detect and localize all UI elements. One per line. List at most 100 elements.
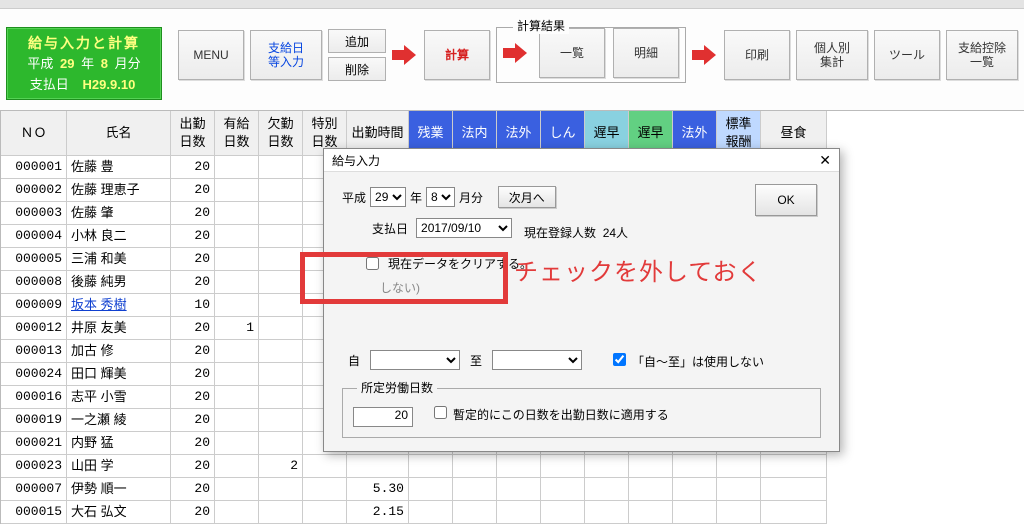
- cell[interactable]: [215, 432, 259, 455]
- personal-button[interactable]: 個人別 集計: [796, 30, 868, 80]
- cell[interactable]: 20: [171, 363, 215, 386]
- cell[interactable]: [717, 501, 761, 524]
- cell[interactable]: [541, 478, 585, 501]
- cell[interactable]: 1: [215, 317, 259, 340]
- cell[interactable]: [259, 501, 303, 524]
- cell[interactable]: [347, 455, 409, 478]
- row-name[interactable]: 三浦 和美: [67, 248, 171, 271]
- year-select[interactable]: 29: [370, 187, 406, 207]
- cell[interactable]: 20: [171, 432, 215, 455]
- paydate-select[interactable]: 2017/09/10: [416, 218, 512, 238]
- apply-checkbox[interactable]: [434, 406, 447, 419]
- cell[interactable]: [259, 409, 303, 432]
- cell[interactable]: [303, 478, 347, 501]
- cell[interactable]: [259, 202, 303, 225]
- cell[interactable]: [717, 478, 761, 501]
- deduct-button[interactable]: 支給控除 一覧: [946, 30, 1018, 80]
- to-select[interactable]: [492, 350, 582, 370]
- cell[interactable]: [409, 501, 453, 524]
- month-select[interactable]: 8: [426, 187, 455, 207]
- cell[interactable]: [409, 478, 453, 501]
- row-name[interactable]: 大石 弘文: [67, 501, 171, 524]
- cell[interactable]: [453, 501, 497, 524]
- print-button[interactable]: 印刷: [724, 30, 790, 80]
- calc-button[interactable]: 計算: [424, 30, 490, 80]
- cell[interactable]: [215, 271, 259, 294]
- cell[interactable]: [259, 179, 303, 202]
- cell[interactable]: [215, 202, 259, 225]
- cell[interactable]: 20: [171, 340, 215, 363]
- cell[interactable]: [673, 455, 717, 478]
- cell[interactable]: [215, 179, 259, 202]
- cell[interactable]: [673, 478, 717, 501]
- cell[interactable]: [215, 455, 259, 478]
- list-button[interactable]: 一覧: [539, 28, 605, 78]
- column-header[interactable]: 有給 日数: [215, 111, 259, 156]
- cell[interactable]: [259, 478, 303, 501]
- cell[interactable]: [761, 455, 827, 478]
- cell[interactable]: 2.15: [347, 501, 409, 524]
- cell[interactable]: 20: [171, 179, 215, 202]
- cell[interactable]: 20: [171, 271, 215, 294]
- cell[interactable]: [259, 225, 303, 248]
- cell[interactable]: 5.30: [347, 478, 409, 501]
- row-name[interactable]: 坂本 秀樹: [67, 294, 171, 317]
- cell[interactable]: [585, 478, 629, 501]
- column-header[interactable]: 出勤 日数: [171, 111, 215, 156]
- row-name[interactable]: 一之瀬 綾: [67, 409, 171, 432]
- cell[interactable]: 2: [259, 455, 303, 478]
- cell[interactable]: [761, 501, 827, 524]
- shikyu-button[interactable]: 支給日 等入力: [250, 30, 322, 80]
- row-name[interactable]: 井原 友美: [67, 317, 171, 340]
- working-days-input[interactable]: 20: [353, 407, 413, 427]
- column-header[interactable]: ＮＯ: [1, 111, 67, 156]
- cell[interactable]: 20: [171, 225, 215, 248]
- cell[interactable]: [259, 248, 303, 271]
- row-name[interactable]: 山田 学: [67, 455, 171, 478]
- cell[interactable]: [409, 455, 453, 478]
- column-header[interactable]: 氏名: [67, 111, 171, 156]
- cell[interactable]: 20: [171, 455, 215, 478]
- row-name[interactable]: 志平 小雪: [67, 386, 171, 409]
- row-name[interactable]: 佐藤 肇: [67, 202, 171, 225]
- close-icon[interactable]: ✕: [819, 152, 831, 169]
- ok-button[interactable]: OK: [755, 184, 817, 216]
- cell[interactable]: [629, 455, 673, 478]
- cell[interactable]: 20: [171, 478, 215, 501]
- row-name[interactable]: 伊勢 順一: [67, 478, 171, 501]
- add-button[interactable]: 追加: [328, 29, 386, 53]
- cell[interactable]: [259, 363, 303, 386]
- row-name[interactable]: 田口 輝美: [67, 363, 171, 386]
- cell[interactable]: [215, 386, 259, 409]
- cell[interactable]: [585, 501, 629, 524]
- cell[interactable]: 20: [171, 156, 215, 179]
- donot-use-checkbox[interactable]: [613, 353, 626, 366]
- cell[interactable]: [303, 455, 347, 478]
- cell[interactable]: [259, 386, 303, 409]
- row-name[interactable]: 小林 良二: [67, 225, 171, 248]
- cell[interactable]: [629, 501, 673, 524]
- cell[interactable]: [259, 432, 303, 455]
- cell[interactable]: [541, 455, 585, 478]
- cell[interactable]: [215, 409, 259, 432]
- cell[interactable]: [629, 478, 673, 501]
- cell[interactable]: [215, 294, 259, 317]
- cell[interactable]: [215, 156, 259, 179]
- cell[interactable]: 20: [171, 386, 215, 409]
- from-select[interactable]: [370, 350, 460, 370]
- cell[interactable]: [497, 478, 541, 501]
- detail-button[interactable]: 明細: [613, 28, 679, 78]
- cell[interactable]: [497, 455, 541, 478]
- cell[interactable]: [497, 501, 541, 524]
- cell[interactable]: [541, 501, 585, 524]
- cell[interactable]: [259, 294, 303, 317]
- cell[interactable]: 20: [171, 409, 215, 432]
- delete-button[interactable]: 削除: [328, 57, 386, 81]
- cell[interactable]: 20: [171, 202, 215, 225]
- row-name[interactable]: 加古 修: [67, 340, 171, 363]
- cell[interactable]: 20: [171, 248, 215, 271]
- cell[interactable]: [215, 363, 259, 386]
- cell[interactable]: [215, 225, 259, 248]
- next-month-button[interactable]: 次月へ: [498, 186, 556, 208]
- row-name[interactable]: 後藤 純男: [67, 271, 171, 294]
